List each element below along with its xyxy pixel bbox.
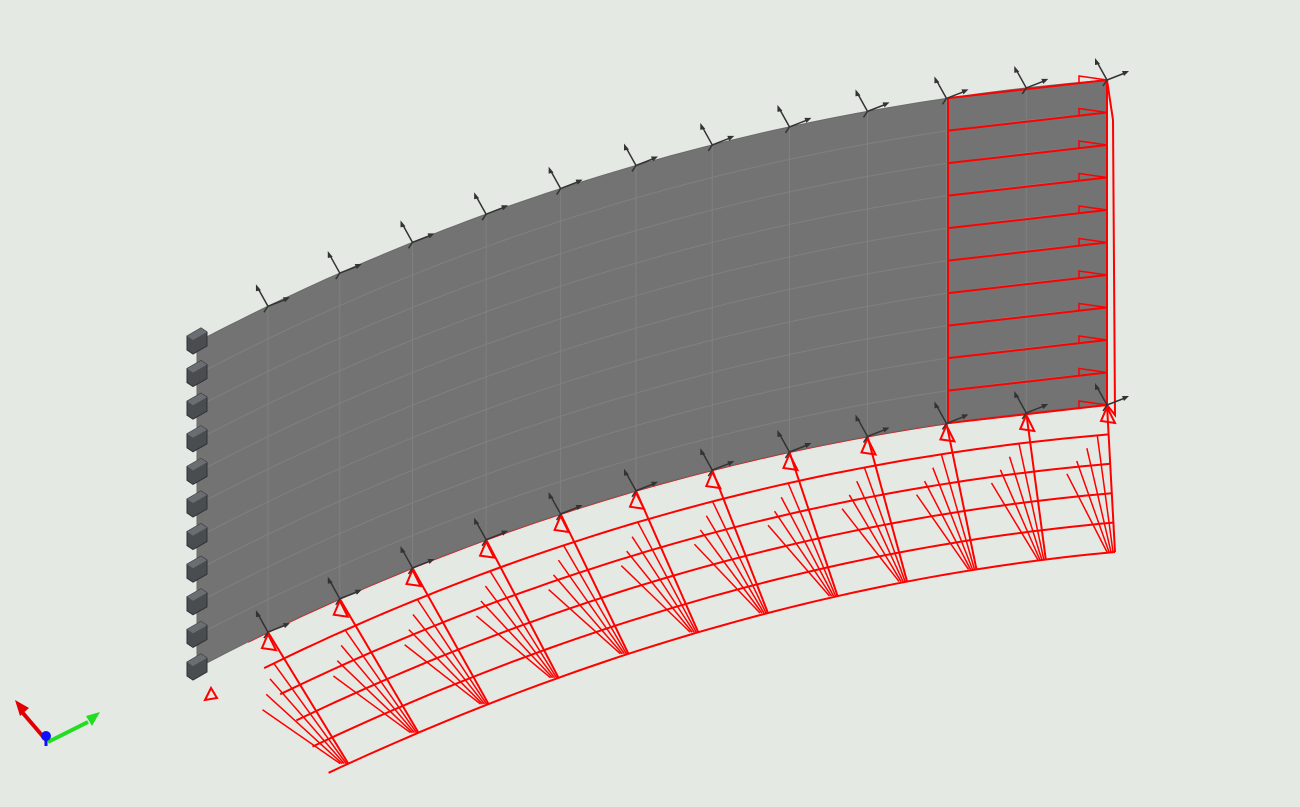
pressure-arrowhead [704, 469, 723, 490]
pressure-grid-line [635, 490, 700, 633]
axis-triad [15, 700, 100, 746]
pressure-arrow [1066, 473, 1108, 553]
pressure-arrow [863, 467, 906, 582]
pressure-arrow [780, 496, 835, 597]
node-axis-head [624, 143, 629, 151]
node-axis-head [1041, 78, 1049, 84]
node-axis-line [935, 80, 948, 99]
node-axis-line [401, 224, 414, 243]
model-scene[interactable] [0, 0, 1300, 807]
3d-viewport[interactable] [0, 0, 1300, 807]
node-axis-line [1015, 69, 1027, 89]
node-axis-head [474, 192, 480, 200]
pressure-arrow [489, 570, 558, 679]
node-axis-line [856, 93, 869, 112]
node-axis-head [282, 623, 290, 629]
node-axis-head [255, 284, 261, 292]
node-axis-line [329, 254, 341, 274]
node-axis-head [400, 220, 406, 228]
node-axis-head [1014, 65, 1020, 73]
pressure-arrow [923, 480, 972, 570]
curved-shell-surface[interactable] [196, 79, 1108, 669]
node-axis-head [777, 104, 783, 112]
pressure-grid-line [1025, 412, 1047, 560]
pressure-arrow [787, 482, 837, 597]
pressure-arrowhead [860, 436, 878, 456]
pressure-arrow [408, 629, 484, 705]
pressure-arrowhead [782, 451, 800, 472]
node-axis-line [778, 108, 791, 128]
edge-load-line [1106, 79, 1117, 418]
node-axis-head [427, 558, 435, 564]
node-axis-head [327, 251, 333, 259]
node-axis-head [961, 89, 969, 95]
node-axis-line [1106, 397, 1126, 406]
pressure-arrow [990, 482, 1039, 560]
pressure-arrow [856, 480, 904, 582]
node-axis-head [1122, 71, 1129, 76]
node-axis-head [934, 76, 940, 84]
node-axis-head [354, 589, 362, 595]
pressure-arrow [562, 545, 628, 655]
node-axis-line [257, 287, 269, 307]
node-axis-head [1122, 396, 1129, 401]
y-axis-icon [47, 712, 100, 744]
pressure-grid-line [267, 631, 350, 765]
pressure-grid-line [338, 598, 420, 734]
node-axis-line [475, 195, 487, 215]
node-axis-line [701, 126, 713, 146]
node-axis-head [548, 166, 554, 174]
node-axis-head [855, 89, 861, 97]
pressure-arrow [475, 615, 552, 679]
node-axis-line [1106, 72, 1126, 81]
pressure-arrow [940, 454, 976, 570]
pressure-grid-line [1106, 404, 1116, 553]
pressure-arrow [404, 644, 482, 705]
pressure-grid-line [328, 551, 1116, 774]
node-axis-head [882, 102, 890, 108]
pressure-arrow [915, 494, 970, 570]
pressure-arrow [416, 598, 488, 705]
node-axis-line [549, 170, 562, 189]
pressure-arrow [269, 678, 345, 765]
z-axis-icon [41, 731, 51, 746]
pressure-arrow [848, 494, 902, 582]
node-axis-line [1096, 61, 1108, 81]
pressure-arrowhead [939, 423, 957, 443]
fixed-supports [186, 327, 208, 681]
pressure-arrowhead [628, 490, 646, 511]
pressure-grid-line [945, 423, 978, 570]
pressure-arrow [332, 675, 411, 734]
node-axis-head [700, 122, 706, 130]
node-axis-line [625, 147, 637, 166]
pressure-arrowhead [203, 685, 219, 702]
x-axis-icon [15, 700, 48, 742]
pressure-grid-line [411, 567, 490, 705]
pressure-arrow [620, 565, 691, 633]
node-axis-head [1095, 58, 1100, 65]
